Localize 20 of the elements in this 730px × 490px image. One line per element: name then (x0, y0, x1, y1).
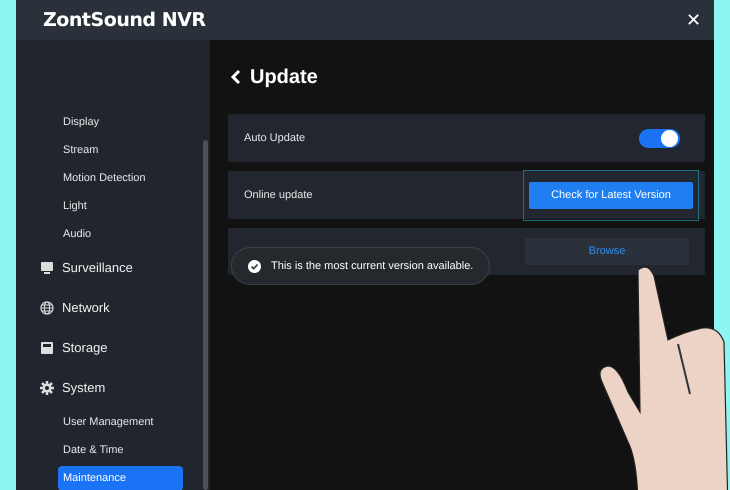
sidebar-item[interactable]: Motion Detection (58, 164, 183, 192)
sidebar-section[interactable]: Network (62, 298, 110, 318)
sidebar-item[interactable]: Light (58, 192, 183, 220)
row-label: Auto Update (244, 130, 306, 146)
close-button[interactable]: ✕ (686, 11, 701, 29)
browse-button[interactable]: Browse (525, 238, 689, 265)
sidebar-item[interactable]: Date & Time (58, 436, 183, 464)
sidebar-item[interactable]: Maintenance (58, 466, 183, 490)
toast-message: This is the most current version available. (271, 258, 474, 274)
check-version-button[interactable]: Check for Latest Version (529, 182, 693, 208)
sidebar-item[interactable]: Display (58, 108, 183, 136)
sidebar-section[interactable]: System (62, 378, 106, 398)
sidebar-item[interactable]: Stream (58, 136, 183, 164)
window-title: ZontSound NVR (43, 8, 206, 33)
sidebar-item[interactable]: Audio (58, 220, 183, 248)
sidebar-section[interactable]: Surveillance (62, 258, 133, 278)
sidebar-section[interactable]: Storage (62, 338, 108, 358)
sidebar-item[interactable]: User Management (58, 408, 183, 436)
row-label: Online update (244, 188, 312, 203)
page-title: Update (250, 65, 318, 90)
